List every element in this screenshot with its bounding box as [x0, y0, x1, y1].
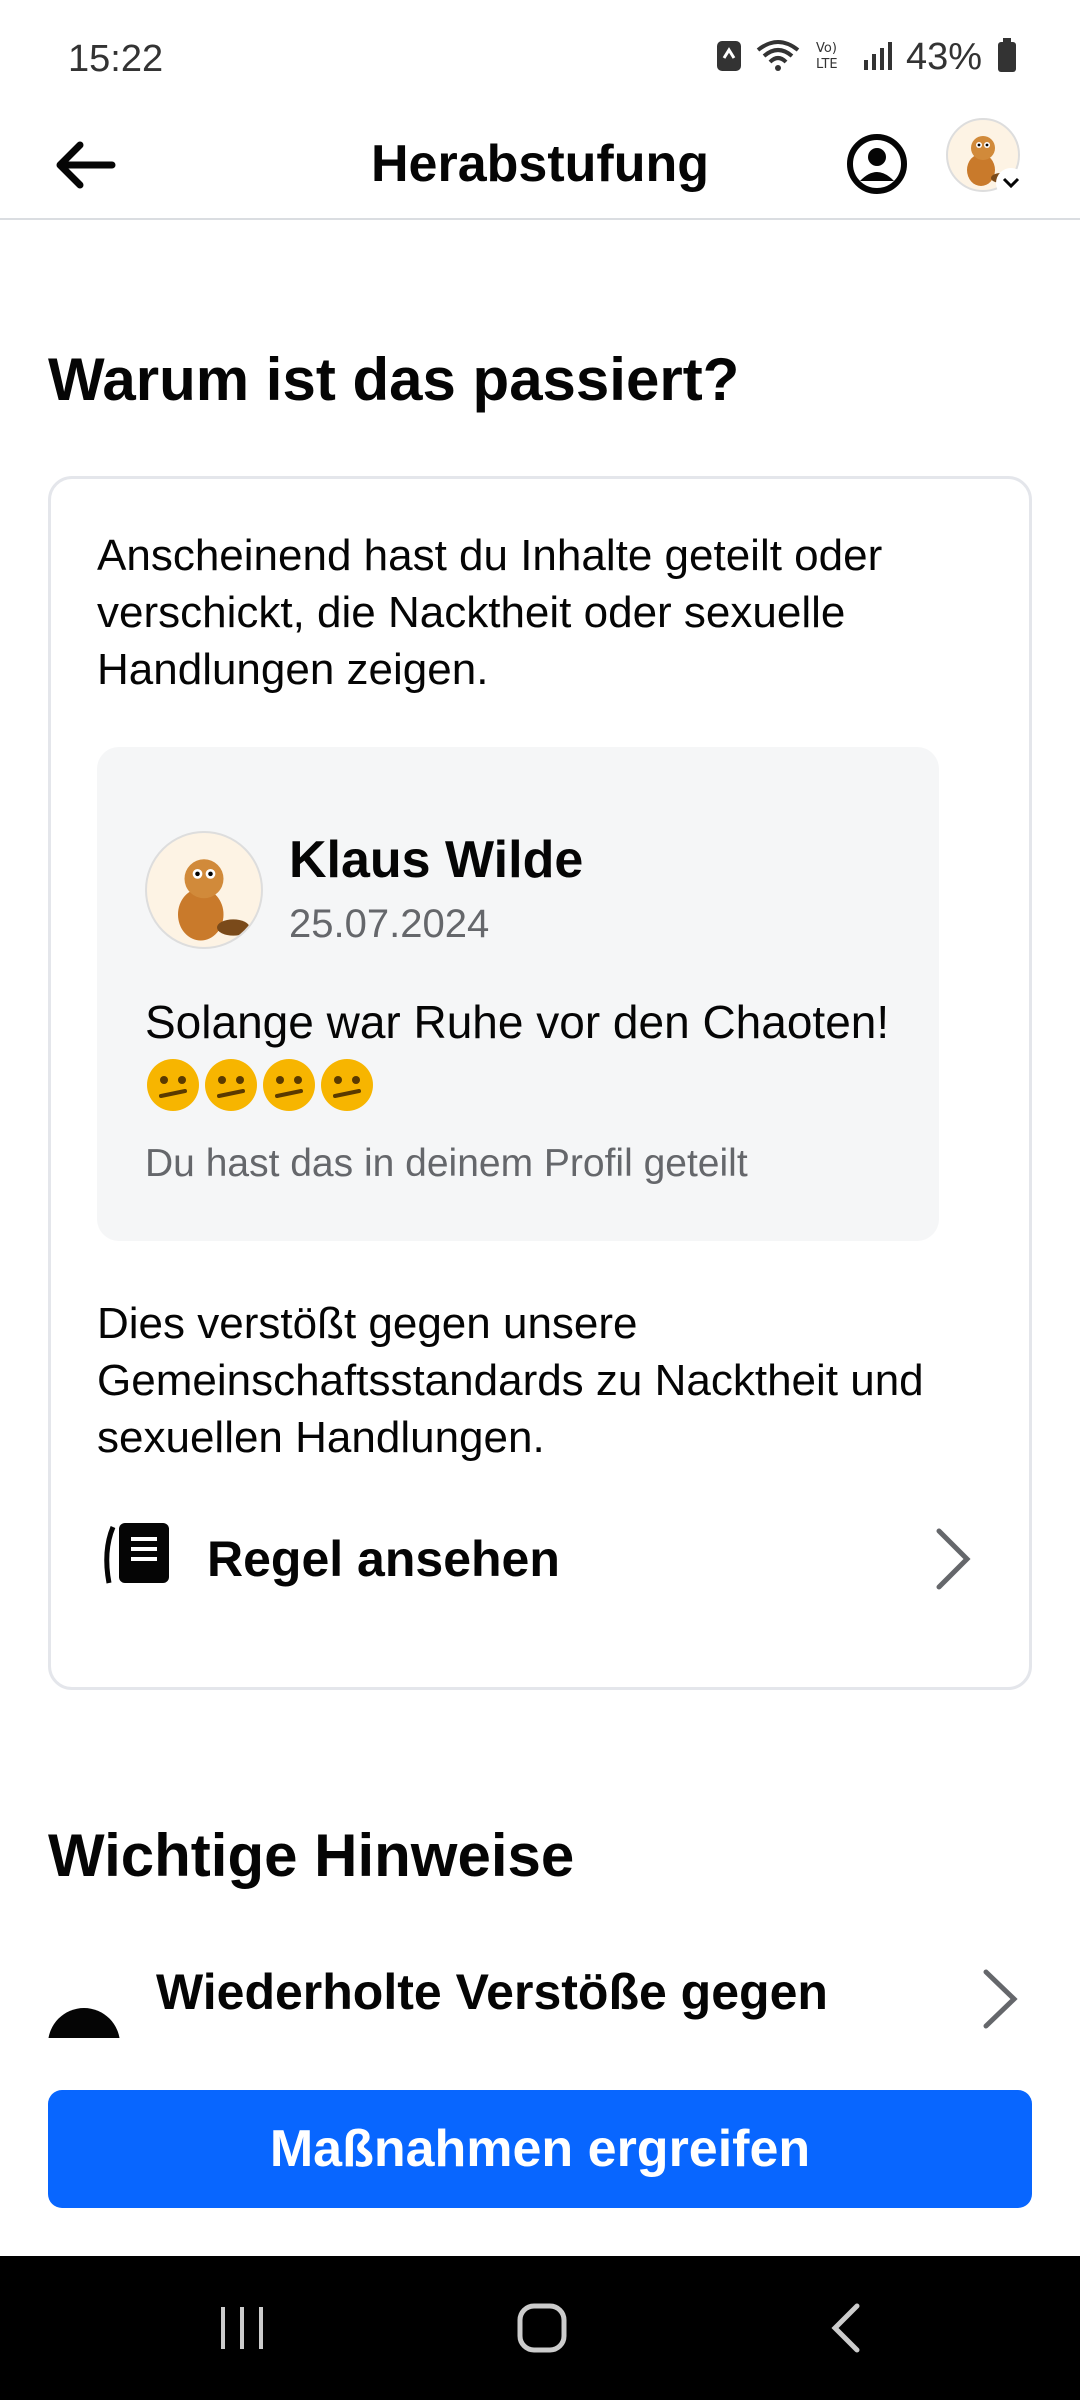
back-chevron-icon [831, 2303, 860, 2353]
recent-apps-button[interactable] [192, 2296, 292, 2360]
svg-text:Vo): Vo) [816, 41, 837, 56]
status-time: 15:22 [68, 38, 164, 80]
system-back-button[interactable] [796, 2296, 896, 2360]
hint-item-repeated-violations[interactable]: Wiederholte Verstöße gegen [0, 1960, 1080, 2038]
sync-icon [716, 38, 742, 77]
account-circle-icon [847, 134, 907, 194]
status-icons: Vo) LTE 43% [716, 36, 1018, 79]
confused-face-icon [205, 1059, 257, 1111]
section-heading-why: Warum ist das passiert? [48, 346, 740, 413]
alert-icon [48, 2008, 120, 2038]
chevron-right-icon [980, 1968, 1020, 2035]
beaver-avatar-icon [178, 859, 250, 941]
violation-description: Dies verstößt gegen unsere Gemeinschafts… [97, 1299, 924, 1462]
account-button[interactable] [842, 124, 912, 204]
view-rule-label: Regel ansehen [207, 1531, 560, 1587]
take-action-button[interactable]: Maßnahmen ergreifen [48, 2090, 1032, 2208]
status-bar: 15:22 Vo) LTE 43% [0, 0, 1080, 110]
violation-intro: Anscheinend hast du Inhalte geteilt oder… [97, 531, 883, 694]
post-note: Du hast das in deinem Profil geteilt [145, 1142, 748, 1185]
view-rule-link[interactable]: Regel ansehen [51, 1489, 1029, 1629]
battery-percent: 43% [905, 36, 982, 78]
post-author: Klaus Wilde [289, 831, 584, 889]
recent-apps-icon [221, 2307, 263, 2349]
chevron-down-icon [996, 168, 1026, 198]
signal-icon [862, 38, 892, 77]
svg-text:LTE: LTE [816, 57, 838, 72]
post-text: Solange war Ruhe vor den Chaoten! [145, 996, 890, 1048]
post-emojis [145, 1057, 375, 1113]
book-icon [99, 1521, 173, 1592]
post-preview: Klaus Wilde 25.07.2024 Solange war Ruhe … [97, 747, 939, 1241]
battery-icon [996, 37, 1018, 78]
confused-face-icon [263, 1059, 315, 1111]
confused-face-icon [321, 1059, 373, 1111]
volte-icon: Vo) LTE [814, 38, 848, 77]
post-date: 25.07.2024 [289, 902, 490, 946]
app-bar: Herabstufung [0, 110, 1080, 220]
profile-switcher-button[interactable] [946, 118, 1026, 198]
home-button[interactable] [492, 2296, 592, 2360]
avatar [145, 831, 263, 949]
section-heading-hints: Wichtige Hinweise [48, 1822, 575, 1889]
confused-face-icon [147, 1059, 199, 1111]
violation-card: Anscheinend hast du Inhalte geteilt oder… [48, 476, 1032, 1690]
wifi-icon [756, 38, 800, 77]
home-icon [517, 2303, 567, 2353]
page-title: Herabstufung [371, 135, 709, 193]
hint-item-label: Wiederholte Verstöße gegen [156, 1964, 828, 2020]
system-nav-bar [0, 2256, 1080, 2400]
chevron-right-icon [933, 1527, 973, 1596]
